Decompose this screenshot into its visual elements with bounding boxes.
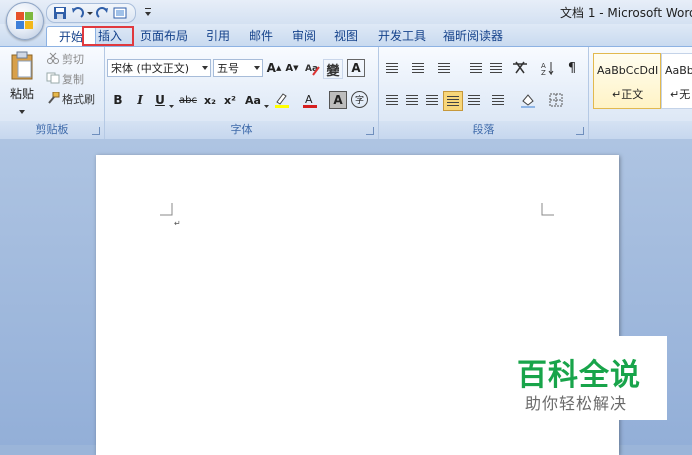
cut-button[interactable]: 剪切 bbox=[46, 51, 84, 67]
text-cursor-paragraph-mark: ↵ bbox=[174, 219, 181, 228]
styles-group: AaBbCcDdI ↵正文 AaBbC ↵无 bbox=[589, 47, 692, 139]
borders-icon[interactable] bbox=[547, 91, 565, 109]
style-no-spacing[interactable]: AaBbC ↵无 bbox=[661, 53, 692, 109]
grow-font-button[interactable]: A ▲ bbox=[265, 59, 283, 77]
style-normal-sample: AaBbCcDdI bbox=[597, 64, 659, 77]
tab-developer[interactable]: 开发工具 bbox=[378, 26, 426, 46]
bold-button[interactable]: B bbox=[109, 91, 127, 109]
clear-format-icon[interactable]: Aa bbox=[303, 59, 321, 77]
change-case-dropdown-icon[interactable] bbox=[264, 98, 269, 112]
clipboard-dialog-launcher-icon[interactable] bbox=[92, 127, 100, 135]
align-center-icon[interactable] bbox=[403, 91, 421, 109]
print-preview-icon[interactable] bbox=[113, 6, 127, 20]
watermark-title: 百科全说 bbox=[517, 358, 641, 393]
character-border-button[interactable]: A bbox=[347, 59, 365, 77]
paragraph-dialog-launcher-icon[interactable] bbox=[576, 127, 584, 135]
character-shading-button[interactable]: A bbox=[329, 91, 347, 109]
title-bar: 文档 1 - Microsoft Word bbox=[0, 0, 692, 24]
clipboard-group: 粘贴 剪切 复制 格式刷 剪贴板 bbox=[0, 47, 105, 139]
decrease-indent-icon[interactable] bbox=[467, 59, 485, 77]
distributed-icon[interactable] bbox=[465, 91, 483, 109]
increase-indent-icon[interactable] bbox=[487, 59, 505, 77]
dropdown-arrow-icon[interactable] bbox=[87, 6, 93, 20]
underline-button[interactable]: U bbox=[151, 91, 169, 109]
tab-view[interactable]: 视图 bbox=[334, 26, 358, 46]
window-title: 文档 1 - Microsoft Word bbox=[560, 6, 692, 20]
align-left-icon[interactable] bbox=[383, 91, 401, 109]
justify-icon[interactable] bbox=[443, 91, 463, 111]
format-painter-label: 格式刷 bbox=[62, 93, 95, 106]
subscript-button[interactable]: x₂ bbox=[201, 91, 219, 109]
italic-button[interactable]: I bbox=[131, 91, 149, 109]
align-right-icon[interactable] bbox=[423, 91, 441, 109]
enclose-characters-button[interactable]: 字 bbox=[351, 91, 368, 108]
tab-references[interactable]: 引用 bbox=[206, 26, 230, 46]
font-size-combo[interactable]: 五号 bbox=[213, 59, 263, 77]
watermark-subtitle: 助你轻松解决 bbox=[525, 394, 628, 413]
ribbon: 粘贴 剪切 复制 格式刷 剪贴板 宋体 (中文正文) 五号 A ▲ A ▼ Aa… bbox=[0, 46, 692, 140]
watermark-logo: 百科全说 助你轻松解决 bbox=[511, 336, 667, 420]
redo-icon[interactable] bbox=[96, 6, 110, 20]
cut-label: 剪切 bbox=[62, 53, 84, 66]
change-case-button[interactable]: Aa bbox=[243, 91, 263, 109]
tab-insert-highlight bbox=[82, 26, 134, 46]
office-logo-icon bbox=[16, 12, 34, 30]
tab-page-layout[interactable]: 页面布局 bbox=[140, 26, 188, 46]
font-name-value: 宋体 (中文正文) bbox=[111, 62, 190, 75]
svg-text:A: A bbox=[305, 93, 313, 106]
paste-dropdown-arrow-icon bbox=[19, 103, 25, 117]
font-color-icon[interactable]: A bbox=[301, 91, 319, 109]
phonetic-guide-button[interactable]: 變 bbox=[323, 59, 343, 79]
copy-button[interactable]: 复制 bbox=[46, 71, 84, 87]
underline-dropdown-icon[interactable] bbox=[169, 98, 174, 112]
margin-corner-top-right bbox=[541, 203, 554, 216]
copy-label: 复制 bbox=[62, 73, 84, 86]
margin-corner-top-left bbox=[160, 203, 173, 216]
copy-icon bbox=[46, 72, 60, 87]
paragraph-group: AZ ¶ 段落 bbox=[379, 47, 589, 139]
strikethrough-button[interactable]: abc bbox=[177, 91, 199, 109]
styles-group-label bbox=[589, 121, 692, 139]
paragraph-group-label: 段落 bbox=[379, 121, 588, 139]
superscript-button[interactable]: x² bbox=[221, 91, 239, 109]
highlighter-icon[interactable] bbox=[273, 91, 291, 109]
format-painter-button[interactable]: 格式刷 bbox=[46, 91, 95, 107]
chinese-layout-icon[interactable] bbox=[511, 59, 529, 77]
font-name-combo[interactable]: 宋体 (中文正文) bbox=[107, 59, 211, 77]
paste-button[interactable]: 粘贴 bbox=[6, 51, 38, 115]
font-size-value: 五号 bbox=[217, 62, 239, 75]
style-no-spacing-label: ↵无 bbox=[670, 88, 691, 101]
numbering-icon[interactable] bbox=[409, 59, 427, 77]
paste-icon bbox=[10, 51, 34, 84]
save-icon[interactable] bbox=[53, 6, 67, 20]
style-normal[interactable]: AaBbCcDdI ↵正文 bbox=[593, 53, 661, 109]
style-normal-label: ↵正文 bbox=[612, 88, 644, 101]
font-dialog-launcher-icon[interactable] bbox=[366, 127, 374, 135]
line-spacing-icon[interactable] bbox=[489, 91, 507, 109]
tab-review[interactable]: 审阅 bbox=[292, 26, 316, 46]
tab-foxit-reader[interactable]: 福昕阅读器 bbox=[443, 26, 503, 46]
font-group-label: 字体 bbox=[105, 121, 378, 139]
tab-mailings[interactable]: 邮件 bbox=[249, 26, 273, 46]
bullets-icon[interactable] bbox=[383, 59, 401, 77]
clipboard-group-label: 剪贴板 bbox=[0, 121, 104, 139]
multilevel-list-icon[interactable] bbox=[435, 59, 453, 77]
customize-qat-icon[interactable] bbox=[144, 6, 152, 21]
style-no-spacing-sample: AaBbC bbox=[665, 64, 692, 77]
brush-icon bbox=[46, 91, 60, 107]
quick-access-toolbar bbox=[46, 3, 136, 23]
undo-icon[interactable] bbox=[70, 6, 84, 20]
paste-label: 粘贴 bbox=[10, 87, 35, 101]
show-marks-icon[interactable]: ¶ bbox=[563, 59, 581, 77]
scissors-icon bbox=[46, 52, 60, 67]
svg-text:Z: Z bbox=[541, 69, 546, 75]
shrink-font-button[interactable]: A ▼ bbox=[283, 59, 301, 77]
shading-icon[interactable] bbox=[519, 91, 537, 109]
sort-icon[interactable]: AZ bbox=[539, 59, 557, 77]
office-button[interactable] bbox=[6, 2, 44, 40]
font-group: 宋体 (中文正文) 五号 A ▲ A ▼ Aa 變 A B I U abc x₂ x… bbox=[105, 47, 379, 139]
